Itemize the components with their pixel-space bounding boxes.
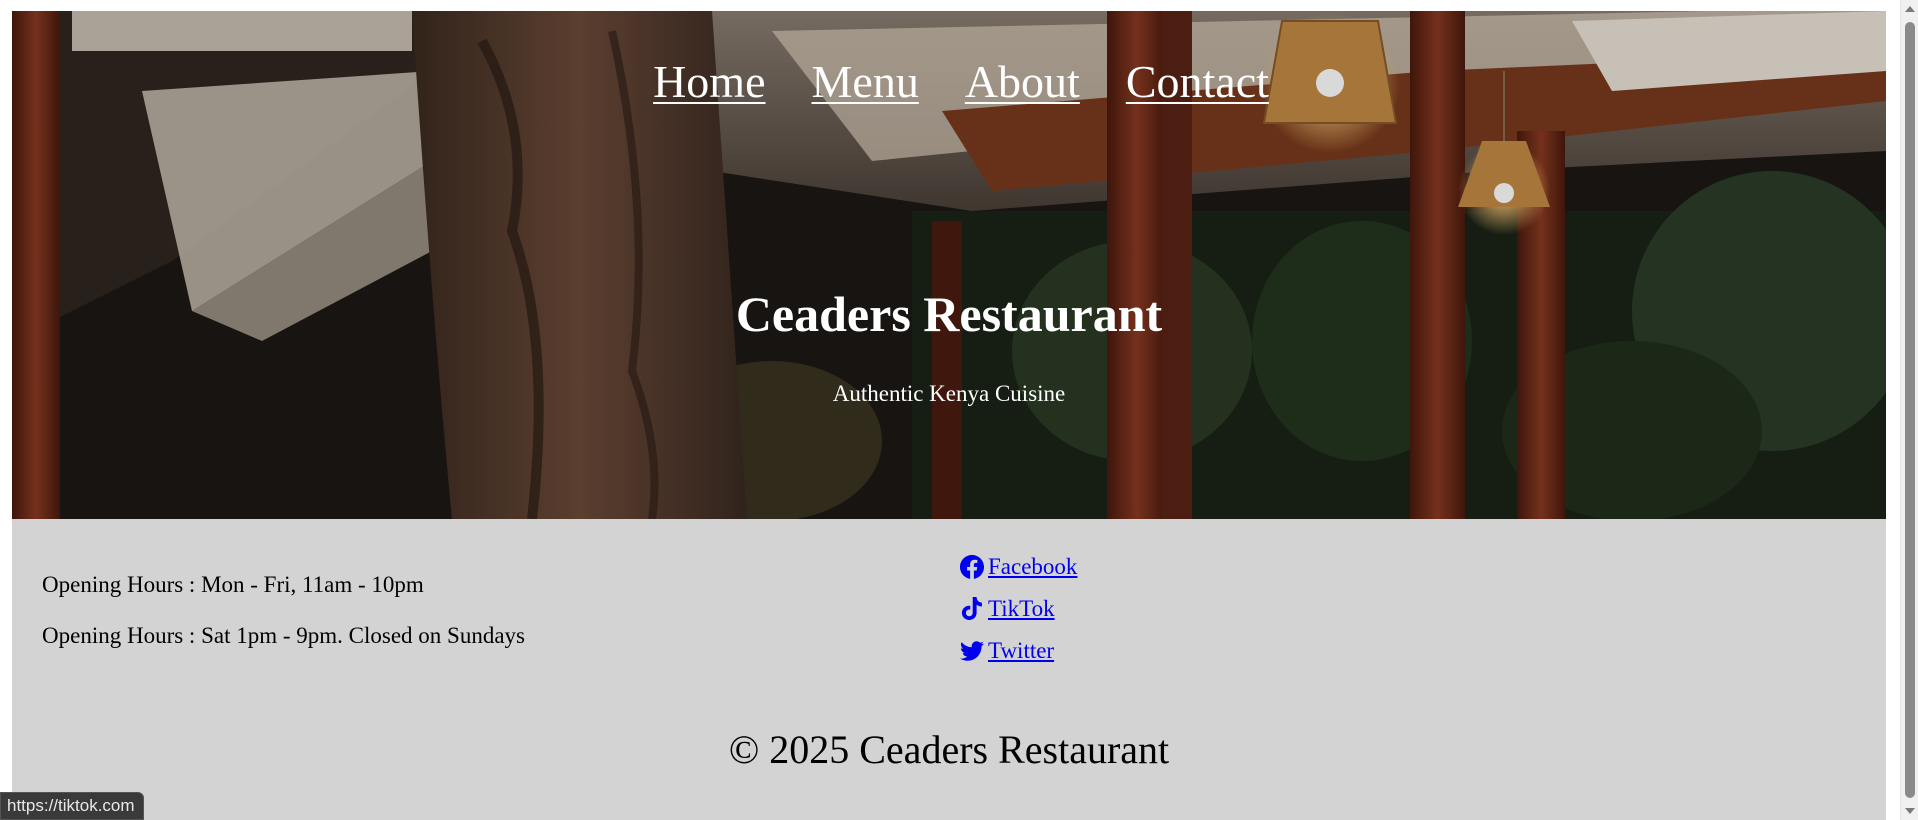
- scroll-up-arrow-icon[interactable]: [1905, 6, 1915, 12]
- tiktok-icon: [961, 597, 982, 620]
- social-item-facebook: Facebook: [960, 546, 1077, 588]
- hero-title: Ceaders Restaurant: [735, 286, 1163, 342]
- copyright: © 2025 Ceaders Restaurant: [728, 727, 1170, 772]
- twitter-link[interactable]: Twitter: [988, 638, 1054, 664]
- weekday-hours: Opening Hours : Mon - Fri, 11am - 10pm: [42, 572, 424, 597]
- nav-about-link[interactable]: About: [965, 55, 1080, 108]
- facebook-icon: [960, 555, 984, 579]
- facebook-link[interactable]: Facebook: [988, 554, 1077, 580]
- vertical-scrollbar[interactable]: [1900, 0, 1918, 820]
- scrollbar-thumb[interactable]: [1905, 22, 1915, 798]
- social-item-twitter: Twitter: [960, 630, 1077, 672]
- hero-section: Home Menu About Contact Ceaders Restaura…: [12, 11, 1886, 519]
- main-nav: Home Menu About Contact: [12, 55, 1886, 108]
- social-links: Facebook TikTok Twitter: [960, 546, 1077, 672]
- nav-home-link[interactable]: Home: [653, 55, 765, 108]
- nav-contact-link[interactable]: Contact: [1126, 55, 1269, 108]
- weekend-hours: Opening Hours : Sat 1pm - 9pm. Closed on…: [42, 623, 525, 648]
- tiktok-link[interactable]: TikTok: [988, 596, 1055, 622]
- twitter-icon: [960, 641, 984, 661]
- opening-hours: Opening Hours : Mon - Fri, 11am - 10pm O…: [42, 571, 525, 673]
- scroll-down-arrow-icon[interactable]: [1905, 808, 1915, 814]
- social-item-tiktok: TikTok: [960, 588, 1077, 630]
- status-bar-url: https://tiktok.com: [0, 792, 144, 820]
- hero-subtitle: Authentic Kenya Cuisine: [832, 381, 1066, 406]
- page: Home Menu About Contact Ceaders Restaura…: [12, 11, 1886, 820]
- nav-menu-link[interactable]: Menu: [812, 55, 919, 108]
